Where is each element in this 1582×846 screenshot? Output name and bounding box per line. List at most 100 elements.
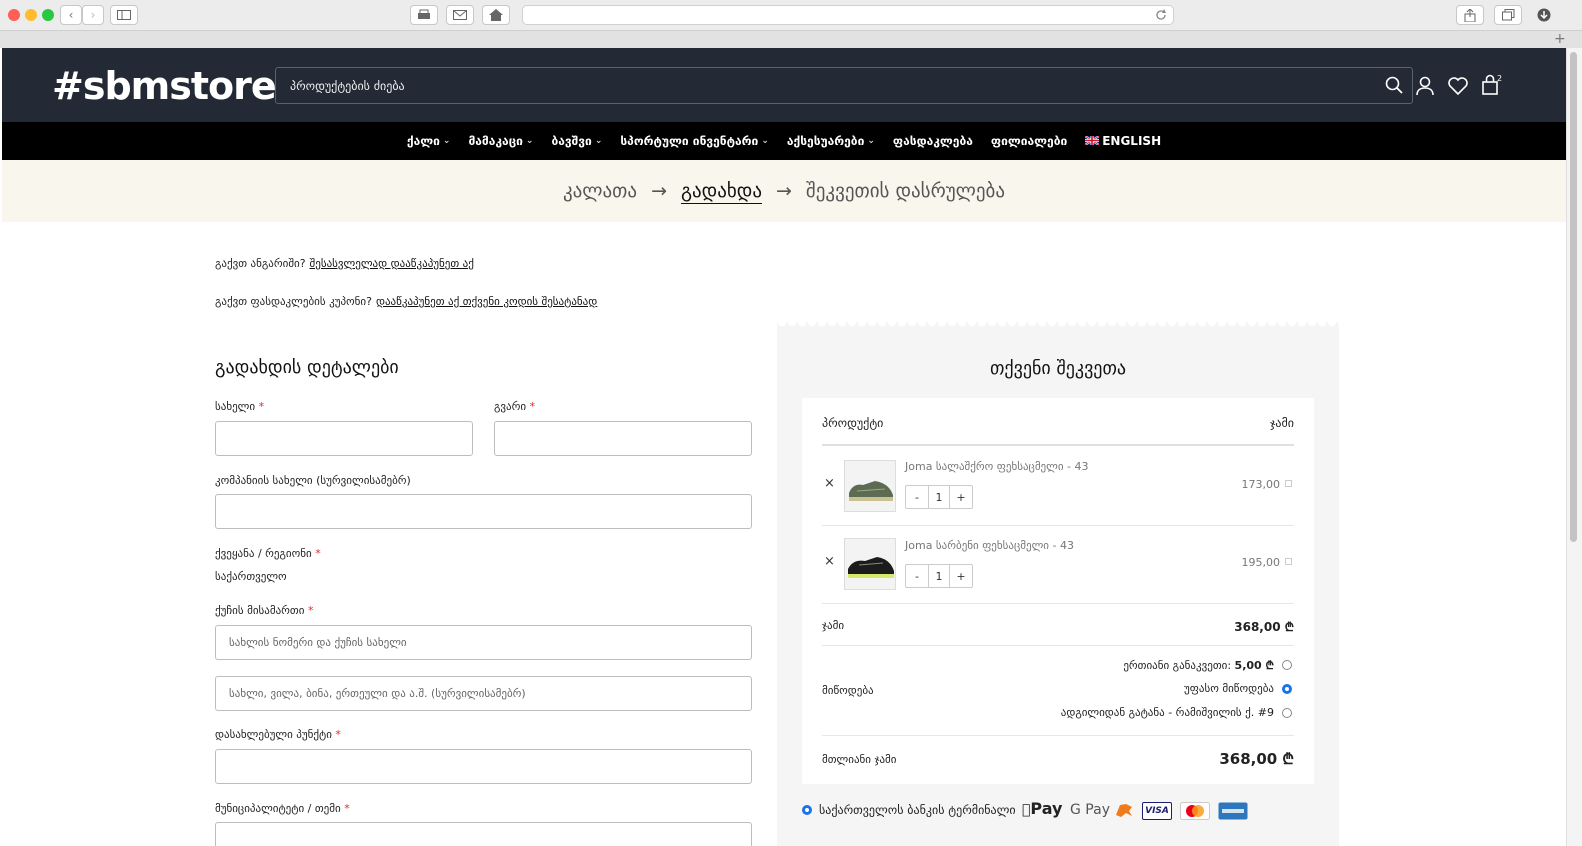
- item-name[interactable]: Joma სალაშქრო ფეხსაცმელი - 43: [905, 460, 1089, 473]
- minimize-window-button[interactable]: [25, 9, 37, 21]
- visa-logo: VISA: [1142, 802, 1172, 820]
- login-question: გაქვთ ანგარიში?: [215, 257, 306, 270]
- scrollbar-thumb[interactable]: [1570, 52, 1577, 542]
- new-tab-icon[interactable]: +: [1554, 31, 1566, 47]
- shipping-radio-flat[interactable]: [1282, 660, 1292, 670]
- tab-bar: +: [0, 30, 1582, 48]
- last-name-label-text: გვარი: [494, 400, 527, 413]
- remove-item-button[interactable]: ×: [824, 476, 835, 491]
- product-image[interactable]: [844, 538, 896, 590]
- login-link[interactable]: შესასვლელად დააწკაპუნეთ აქ: [310, 257, 474, 270]
- product-image[interactable]: [844, 460, 896, 512]
- municipality-field[interactable]: [215, 822, 752, 846]
- chevron-down-icon: ⌄: [761, 136, 769, 146]
- first-name-field[interactable]: [215, 421, 473, 456]
- shipping-radio-pickup[interactable]: [1282, 708, 1292, 718]
- city-field[interactable]: [215, 749, 752, 784]
- company-field[interactable]: [215, 494, 752, 529]
- close-window-button[interactable]: [8, 9, 20, 21]
- step-cart[interactable]: კალათა: [563, 180, 637, 202]
- sidebar-toggle-button[interactable]: [110, 5, 138, 25]
- shipping-radio-free[interactable]: [1282, 684, 1292, 694]
- site-logo[interactable]: #sbmstore: [52, 66, 277, 106]
- qty-minus-button[interactable]: -: [906, 486, 928, 508]
- forward-button[interactable]: ›: [82, 5, 104, 25]
- browser-toolbar: ‹ › +: [0, 0, 1582, 48]
- billing-title: გადახდის დეტალები: [215, 357, 399, 378]
- coupon-question: გაქვთ ფასდაკლების კუპონი?: [215, 295, 372, 308]
- mail-button[interactable]: [446, 5, 474, 25]
- required-mark: *: [529, 400, 536, 413]
- street-address-field[interactable]: [215, 625, 752, 660]
- quantity-stepper[interactable]: - 1 +: [905, 485, 973, 509]
- nav-item-label: ქალი: [406, 134, 440, 148]
- shipping-option-pickup[interactable]: ადგილიდან გატანა - რამიშვილის ქ. #9: [1061, 706, 1274, 719]
- search-icon[interactable]: [1385, 76, 1403, 94]
- currency-glyph-icon: [1285, 558, 1292, 565]
- qty-value[interactable]: 1: [928, 565, 950, 587]
- share-button[interactable]: [1456, 5, 1484, 25]
- shoe-image: [849, 481, 893, 501]
- payment-radio[interactable]: [802, 805, 812, 815]
- nav-item[interactable]: ფასდაკლება: [884, 134, 982, 148]
- step-checkout[interactable]: გადახდა: [681, 180, 762, 202]
- checkout-steps: კალათა → გადახდა → შეკვეთის დასრულება: [2, 160, 1566, 222]
- nav-item[interactable]: ფილიალები: [982, 134, 1076, 148]
- tabs-icon: [1501, 9, 1514, 21]
- printer-icon: [418, 9, 430, 19]
- payment-method-label[interactable]: საქართველოს ბანკის ტერმინალი: [819, 803, 1016, 817]
- required-mark: *: [315, 547, 321, 560]
- coupon-notice: გაქვთ ფასდაკლების კუპონი? დააწკაპუნეთ აქ …: [215, 295, 597, 308]
- qty-plus-button[interactable]: +: [950, 486, 972, 508]
- download-icon: [1537, 8, 1551, 22]
- downloads-button[interactable]: [1532, 5, 1556, 25]
- mastercard-icon: [1180, 802, 1210, 820]
- search-input[interactable]: [276, 68, 1366, 103]
- search-box[interactable]: [275, 67, 1413, 104]
- street-label-text: ქუჩის მისამართი: [215, 604, 305, 617]
- shipping-option-flat[interactable]: ერთიანი განაკვეთი: 5,00 ₾: [1123, 658, 1274, 673]
- qty-plus-button[interactable]: +: [950, 565, 972, 587]
- quantity-stepper[interactable]: - 1 +: [905, 564, 973, 588]
- nav-item-label: ფილიალები: [990, 134, 1068, 148]
- shipping-label: მიწოდება: [822, 684, 874, 697]
- address-bar[interactable]: [522, 5, 1174, 25]
- website: #sbmstore 2 ქალი⌄მამაკაცი⌄ბავშვი⌄სპორტულ…: [2, 48, 1566, 846]
- street-label: ქუჩის მისამართი *: [215, 604, 313, 617]
- nav-item[interactable]: მამაკაცი ⌄: [459, 134, 542, 148]
- order-title: თქვენი შეკვეთა: [989, 358, 1127, 379]
- nav-item[interactable]: სპორტული ინვენტარი ⌄: [611, 134, 778, 148]
- sidebar-icon: [117, 10, 131, 20]
- chevron-left-icon: ‹: [68, 8, 74, 22]
- step-complete: შეკვეთის დასრულება: [805, 180, 1006, 202]
- remove-item-button[interactable]: ×: [824, 554, 835, 569]
- country-label: ქვეყანა / რეგიონი *: [215, 547, 321, 560]
- nav-item[interactable]: ბავშვი ⌄: [542, 134, 611, 148]
- street-address-2-field[interactable]: [215, 676, 752, 711]
- qty-minus-button[interactable]: -: [906, 565, 928, 587]
- step-arrow: →: [651, 180, 667, 202]
- nav-item-label: მამაკაცი: [468, 134, 523, 148]
- nav-item[interactable]: ქალი ⌄: [398, 134, 460, 148]
- qty-value[interactable]: 1: [928, 486, 950, 508]
- required-mark: *: [344, 802, 350, 815]
- user-icon[interactable]: [1414, 75, 1436, 97]
- tabs-overview-button[interactable]: [1494, 5, 1522, 25]
- item-name[interactable]: Joma სარბენი ფეხსაცმელი - 43: [905, 539, 1074, 552]
- home-button[interactable]: [482, 5, 510, 25]
- shipping-option-free[interactable]: უფასო მიწოდება: [1184, 682, 1274, 695]
- zoom-window-button[interactable]: [42, 9, 54, 21]
- product-column-header: პროდუქტი: [822, 416, 884, 430]
- order-total-row: მთლიანი ჯამი 368,00 ₾: [822, 736, 1294, 784]
- last-name-field[interactable]: [494, 421, 752, 456]
- print-button[interactable]: [410, 5, 438, 25]
- order-item-row: × Joma სარბენი ფეხსაცმელი - 43 - 1 + 195…: [822, 526, 1294, 604]
- nav-item[interactable]: ENGLISH: [1076, 134, 1170, 148]
- municipality-label-text: მუნიციპალიტეტი / თემი: [215, 802, 341, 815]
- nav-item[interactable]: აქსესუარები ⌄: [778, 134, 884, 148]
- reload-icon[interactable]: [1155, 9, 1167, 21]
- back-button[interactable]: ‹: [60, 5, 82, 25]
- city-label-text: დასახლებული პუნქტი: [215, 728, 332, 741]
- coupon-link[interactable]: დააწკაპუნეთ აქ თქვენი კოდის შესატანად: [376, 295, 597, 308]
- heart-icon[interactable]: [1447, 75, 1469, 97]
